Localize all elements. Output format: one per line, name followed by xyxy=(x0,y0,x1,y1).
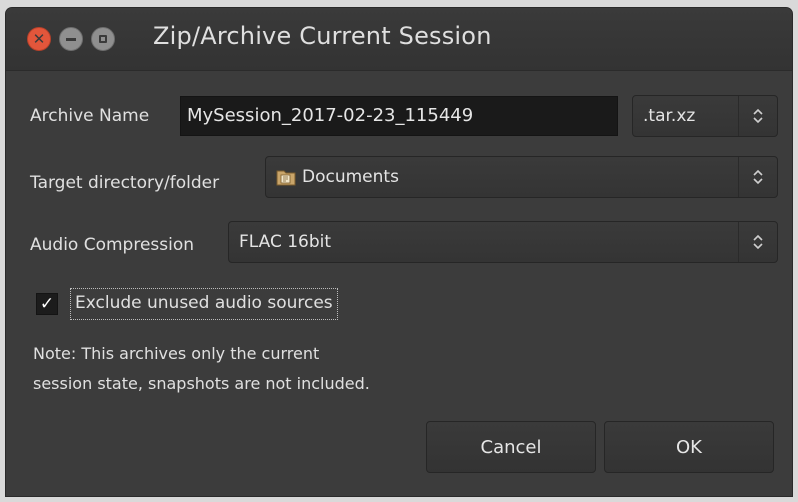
title-bar: ✕ Zip/Archive Current Session xyxy=(6,8,792,71)
extension-select[interactable]: .tar.xz xyxy=(632,95,778,137)
up-down-chevron-icon xyxy=(738,222,777,262)
exclude-unused-checkbox[interactable]: ✓ xyxy=(36,293,58,315)
target-directory-value: Documents xyxy=(302,167,399,187)
close-icon: ✕ xyxy=(32,29,46,48)
minimize-window-button[interactable] xyxy=(59,27,83,51)
folder-documents-icon xyxy=(276,168,296,186)
cancel-button[interactable]: Cancel xyxy=(426,421,596,473)
target-directory-label: Target directory/folder xyxy=(30,173,220,193)
dialog-window: ✕ Zip/Archive Current Session Archive Na… xyxy=(6,8,792,496)
checkmark-icon: ✓ xyxy=(39,294,55,314)
extension-value: .tar.xz xyxy=(643,106,696,126)
ok-button[interactable]: OK xyxy=(604,421,774,473)
close-window-button[interactable]: ✕ xyxy=(27,27,51,51)
audio-compression-select[interactable]: FLAC 16bit xyxy=(228,221,778,263)
note-line-2: session state, snapshots are not include… xyxy=(33,374,370,393)
archive-name-input[interactable]: MySession_2017-02-23_115449 xyxy=(180,96,618,136)
audio-compression-label: Audio Compression xyxy=(30,235,195,255)
note-line-1: Note: This archives only the current xyxy=(33,344,320,363)
archive-name-label: Archive Name xyxy=(30,106,150,126)
target-directory-select[interactable]: Documents xyxy=(265,156,778,198)
window-title: Zip/Archive Current Session xyxy=(153,22,492,50)
up-down-chevron-icon xyxy=(738,96,777,136)
up-down-chevron-icon xyxy=(738,157,777,197)
exclude-unused-label[interactable]: Exclude unused audio sources xyxy=(70,288,338,320)
maximize-window-button[interactable] xyxy=(91,27,115,51)
audio-compression-value: FLAC 16bit xyxy=(239,232,332,252)
